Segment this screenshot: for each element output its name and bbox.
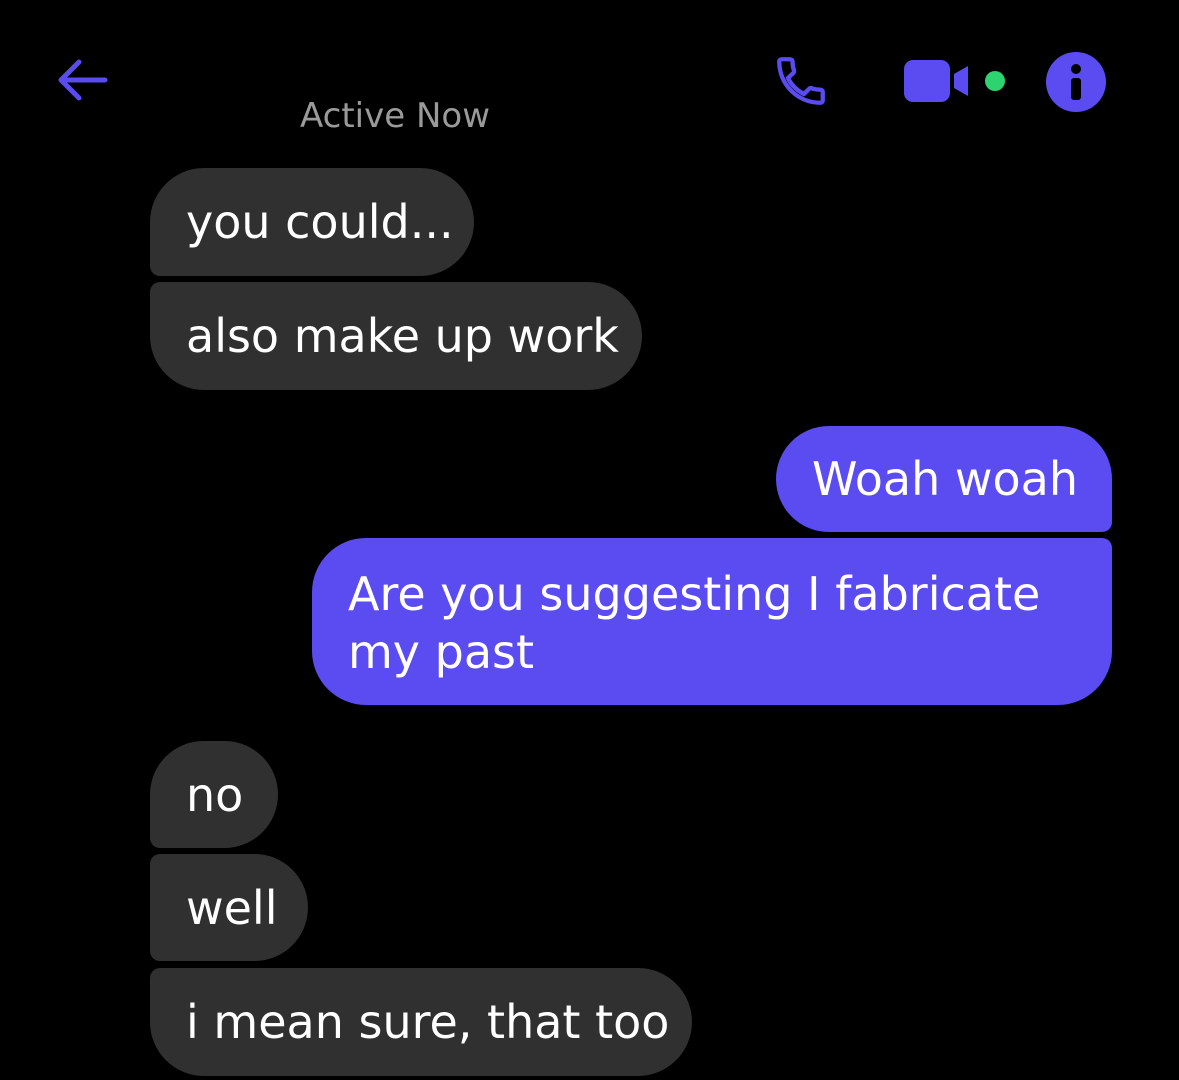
message-bubble-incoming[interactable]: also make up work	[150, 282, 642, 390]
active-indicator	[985, 71, 1005, 91]
message-text: you could...	[186, 195, 454, 249]
active-status: Active Now	[300, 96, 491, 136]
message-text: Woah woah	[812, 452, 1079, 506]
voice-call-button[interactable]	[768, 50, 834, 112]
message-bubble-incoming[interactable]: well	[150, 854, 308, 961]
message-bubble-outgoing[interactable]: Woah woah	[776, 426, 1112, 532]
info-button[interactable]	[1046, 52, 1106, 112]
video-call-button[interactable]	[900, 56, 980, 106]
message-text: also make up work	[186, 309, 619, 363]
message-bubble-incoming[interactable]: i mean sure, that too	[150, 968, 692, 1076]
arrow-left-icon	[58, 59, 108, 101]
chat-header: Active Now	[0, 0, 1179, 150]
message-bubble-outgoing[interactable]: Are you suggesting I fabricate my past	[312, 538, 1112, 705]
message-bubble-incoming[interactable]: no	[150, 741, 278, 848]
message-text: Are you suggesting I fabricate my past	[348, 567, 1041, 679]
message-text: i mean sure, that too	[186, 995, 670, 1049]
message-text: no	[186, 768, 244, 822]
message-text: well	[186, 881, 278, 935]
video-camera-icon	[904, 60, 968, 102]
back-button[interactable]	[50, 52, 112, 108]
info-icon	[1071, 64, 1081, 100]
phone-icon	[777, 57, 825, 105]
message-bubble-incoming[interactable]: you could...	[150, 168, 474, 276]
